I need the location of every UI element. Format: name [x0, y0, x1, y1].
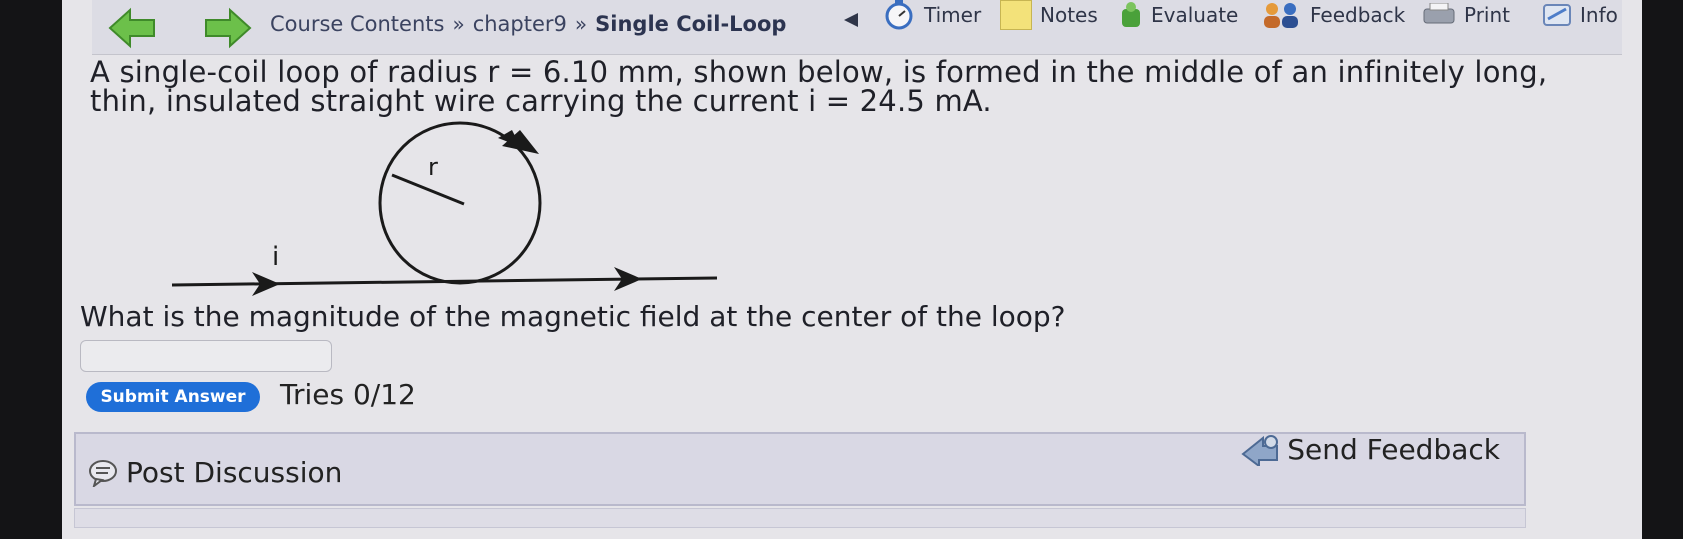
question-prompt: What is the magnitude of the magnetic fi… [80, 300, 1066, 333]
post-discussion-link[interactable]: Post Discussion [88, 456, 342, 489]
notes-label: Notes [1040, 3, 1098, 27]
breadcrumb: Course Contents » chapter9 » Single Coil… [270, 8, 786, 40]
speech-bubble-icon [89, 459, 117, 487]
send-feedback-icon [1241, 435, 1279, 466]
notes-icon [1000, 0, 1032, 30]
breadcrumb-chapter[interactable]: chapter9 [473, 12, 567, 36]
print-button[interactable]: Print [1422, 0, 1510, 30]
post-discussion-label: Post Discussion [126, 456, 343, 489]
problem-page: Course Contents » chapter9 » Single Coil… [62, 0, 1642, 539]
breadcrumb-separator: » [574, 12, 588, 36]
feedback-button[interactable]: Feedback [1262, 0, 1405, 30]
notes-button[interactable]: Notes [1000, 0, 1098, 30]
timer-icon [885, 0, 913, 30]
breadcrumb-course-contents[interactable]: Course Contents [270, 12, 444, 36]
discussion-list-area [74, 508, 1526, 528]
coil-loop-figure: r i [171, 121, 718, 296]
send-feedback-label: Send Feedback [1287, 432, 1500, 466]
current-label: i [272, 242, 279, 272]
discussion-panel: Post Discussion Send Feedback [74, 432, 1526, 506]
timer-button[interactable]: Timer [882, 0, 981, 30]
send-feedback-link[interactable]: Send Feedback [1241, 432, 1500, 466]
info-button[interactable]: Info [1542, 0, 1618, 30]
screen: Course Contents » chapter9 » Single Coil… [0, 0, 1683, 539]
evaluate-label: Evaluate [1151, 3, 1239, 27]
answer-input[interactable] [80, 340, 332, 372]
breadcrumb-current: Single Coil-Loop [595, 12, 787, 36]
evaluate-button[interactable]: Evaluate [1119, 0, 1238, 30]
tries-counter: Tries 0/12 [280, 378, 416, 411]
timer-label: Timer [924, 3, 982, 27]
printer-icon [1423, 3, 1455, 24]
evaluate-icon [1122, 2, 1140, 27]
breadcrumb-separator: » [452, 12, 465, 36]
toolbar: Course Contents » chapter9 » Single Coil… [92, 0, 1622, 55]
forward-arrow-icon[interactable] [202, 6, 252, 50]
print-label: Print [1464, 3, 1511, 27]
info-icon [1543, 4, 1571, 26]
back-arrow-icon[interactable] [108, 6, 158, 50]
collapse-triangle-icon[interactable] [842, 12, 860, 28]
submit-answer-button[interactable]: Submit Answer [86, 382, 260, 412]
radius-label: r [428, 153, 438, 181]
info-label: Info [1580, 3, 1618, 27]
feedback-people-icon [1264, 3, 1298, 28]
feedback-label: Feedback [1310, 3, 1406, 27]
question-text: A single-coil loop of radius r = 6.10 mm… [90, 55, 1548, 118]
